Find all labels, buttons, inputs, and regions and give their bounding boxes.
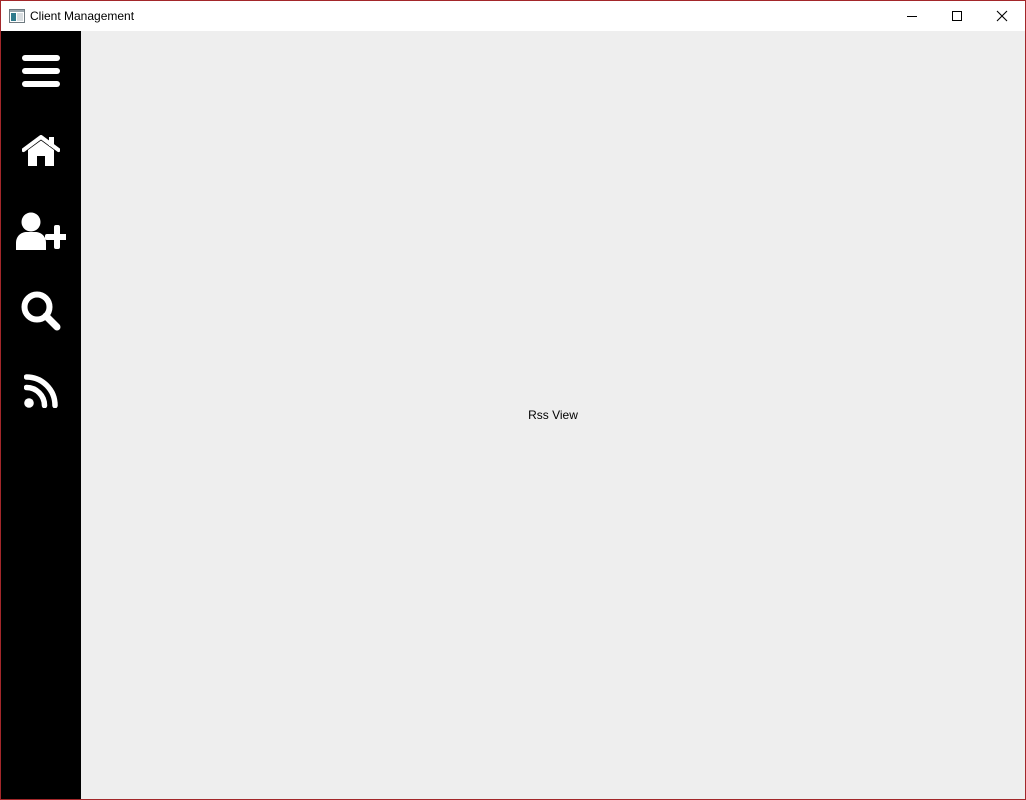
rss-icon <box>24 374 58 408</box>
hamburger-menu-icon <box>22 55 60 87</box>
home-icon <box>22 135 60 166</box>
maximize-icon <box>952 11 962 21</box>
window-title: Client Management <box>30 9 135 23</box>
main-content: Rss View <box>81 31 1025 799</box>
minimize-button[interactable] <box>889 1 935 31</box>
view-label: Rss View <box>528 408 578 422</box>
sidebar <box>1 31 81 799</box>
title-bar[interactable]: Client Management <box>1 1 1025 31</box>
search-icon <box>21 291 61 331</box>
add-user-icon <box>16 212 66 250</box>
app-icon <box>9 9 25 23</box>
sidebar-item-home[interactable] <box>1 111 81 191</box>
maximize-button[interactable] <box>934 1 980 31</box>
close-icon <box>996 10 1008 22</box>
app-window: Client Management Rss View <box>0 0 1026 800</box>
menu-button[interactable] <box>1 31 81 111</box>
sidebar-item-rss[interactable] <box>1 351 81 431</box>
minimize-icon <box>907 16 917 17</box>
close-button[interactable] <box>979 1 1025 31</box>
sidebar-item-add-client[interactable] <box>1 191 81 271</box>
sidebar-item-search[interactable] <box>1 271 81 351</box>
